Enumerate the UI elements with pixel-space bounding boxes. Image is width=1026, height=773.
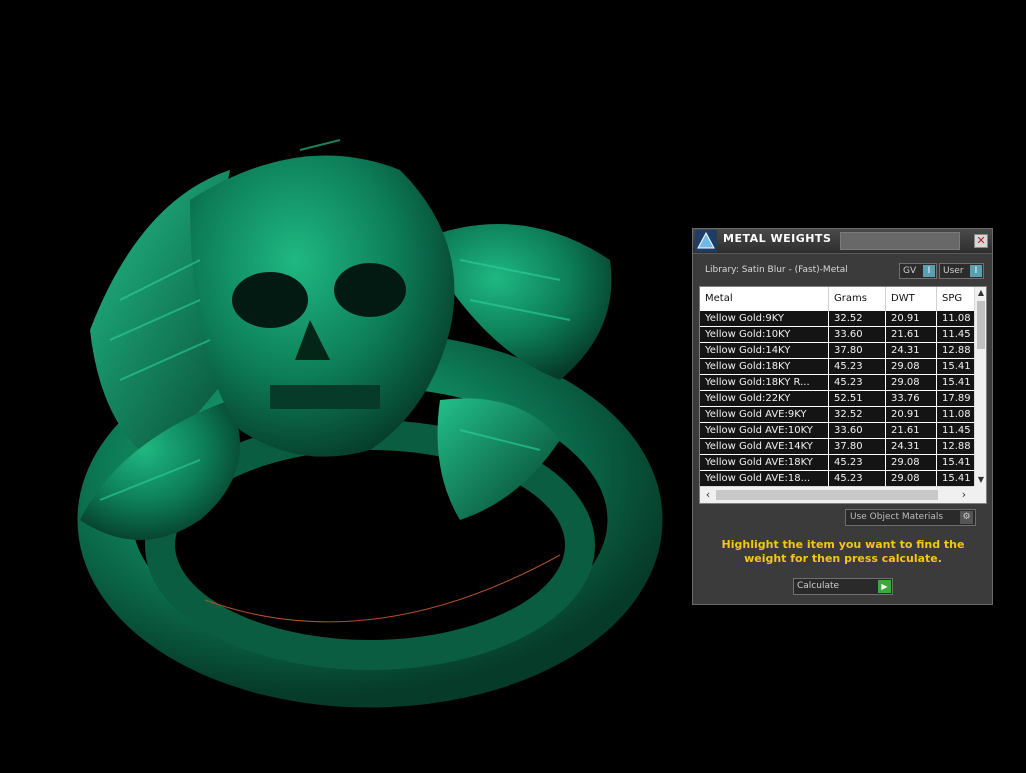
gv-toggle[interactable]: GV I — [899, 263, 937, 279]
close-icon[interactable]: ✕ — [974, 234, 988, 248]
cell-dwt: 24.31 — [886, 343, 936, 358]
gear-icon[interactable]: ⚙ — [960, 511, 973, 524]
user-toggle-knob: I — [970, 265, 982, 277]
cell-spg: 11.08 — [937, 407, 974, 422]
scroll-down-icon[interactable]: ▼ — [975, 474, 986, 486]
cell-dwt: 29.08 — [886, 359, 936, 374]
cell-grams: 33.60 — [829, 327, 885, 342]
cell-grams: 32.52 — [829, 311, 885, 326]
cell-metal: Yellow Gold:18KY — [700, 359, 828, 374]
calculate-button[interactable]: Calculate ▶ — [793, 578, 893, 595]
cell-metal: Yellow Gold AVE:18KY — [700, 455, 828, 470]
cell-metal: Yellow Gold AVE:10KY — [700, 423, 828, 438]
table-row[interactable]: Yellow Gold:9KY 32.52 20.91 11.08 — [700, 311, 974, 327]
cell-grams: 33.60 — [829, 423, 885, 438]
table-row[interactable]: Yellow Gold AVE:10KY 33.60 21.61 11.45 — [700, 423, 974, 439]
calculate-label: Calculate — [797, 581, 840, 591]
cell-grams: 37.80 — [829, 343, 885, 358]
cell-spg: 11.45 — [937, 327, 974, 342]
cell-grams: 45.23 — [829, 455, 885, 470]
column-header-metal[interactable]: Metal — [700, 287, 829, 311]
cell-spg: 15.41 — [937, 375, 974, 390]
table-row[interactable]: Yellow Gold:18KY 45.23 29.08 15.41 — [700, 359, 974, 375]
cell-dwt: 33.76 — [886, 391, 936, 406]
table-row[interactable]: Yellow Gold:22KY 52.51 33.76 17.89 — [700, 391, 974, 407]
cell-spg: 12.88 — [937, 343, 974, 358]
column-header-grams[interactable]: Grams — [829, 287, 886, 311]
cell-metal: Yellow Gold:14KY — [700, 343, 828, 358]
metal-weights-panel: METAL WEIGHTS ✕ Library: Satin Blur - (F… — [692, 228, 993, 605]
instruction-text: Highlight the item you want to find the … — [721, 538, 965, 565]
cell-metal: Yellow Gold AVE:14KY — [700, 439, 828, 454]
table-row[interactable]: Yellow Gold:10KY 33.60 21.61 11.45 — [700, 327, 974, 343]
materials-select[interactable]: Use Object Materials ⚙ — [845, 509, 976, 526]
cell-dwt: 20.91 — [886, 311, 936, 326]
cell-spg: 15.41 — [937, 359, 974, 374]
table-row[interactable]: Yellow Gold AVE:9KY 32.52 20.91 11.08 — [700, 407, 974, 423]
scroll-right-icon[interactable]: › — [958, 489, 970, 501]
cell-metal: Yellow Gold AVE:18... — [700, 471, 828, 486]
cell-grams: 45.23 — [829, 359, 885, 374]
cell-grams: 32.52 — [829, 407, 885, 422]
cell-metal: Yellow Gold:9KY — [700, 311, 828, 326]
teal-pyramid-icon — [695, 230, 717, 252]
scroll-up-icon[interactable]: ▲ — [975, 287, 986, 299]
cell-metal: Yellow Gold:10KY — [700, 327, 828, 342]
cell-grams: 45.23 — [829, 471, 885, 486]
panel-titlebar[interactable]: METAL WEIGHTS ✕ — [693, 229, 992, 254]
panel-title: METAL WEIGHTS — [723, 232, 832, 245]
scroll-left-icon[interactable]: ‹ — [702, 489, 714, 501]
cell-dwt: 21.61 — [886, 423, 936, 438]
cell-spg: 15.41 — [937, 455, 974, 470]
table-row[interactable]: Yellow Gold AVE:18... 45.23 29.08 15.41 — [700, 471, 974, 487]
materials-select-label: Use Object Materials — [850, 512, 944, 522]
table-body: Yellow Gold:9KY 32.52 20.91 11.08 Yellow Gol… — [700, 311, 974, 487]
cell-dwt: 21.61 — [886, 327, 936, 342]
cell-spg: 15.41 — [937, 471, 974, 486]
library-label: Library: Satin Blur - (Fast)-Metal — [705, 265, 848, 275]
table-header: Metal Grams DWT SPG — [700, 287, 974, 312]
user-toggle-label: User — [943, 266, 964, 276]
cell-dwt: 24.31 — [886, 439, 936, 454]
horizontal-scroll-thumb[interactable] — [716, 490, 938, 500]
cell-dwt: 20.91 — [886, 407, 936, 422]
gv-toggle-knob: I — [923, 265, 935, 277]
cell-spg: 17.89 — [937, 391, 974, 406]
cell-metal: Yellow Gold:22KY — [700, 391, 828, 406]
column-header-spg[interactable]: SPG — [937, 287, 974, 311]
user-toggle[interactable]: User I — [939, 263, 984, 279]
cell-grams: 45.23 — [829, 375, 885, 390]
table-row[interactable]: Yellow Gold AVE:18KY 45.23 29.08 15.41 — [700, 455, 974, 471]
scroll-corner — [974, 486, 986, 503]
play-arrow-icon[interactable]: ▶ — [878, 580, 891, 593]
column-header-dwt[interactable]: DWT — [886, 287, 937, 311]
vertical-scrollbar[interactable]: ▲ ▼ — [974, 287, 986, 486]
table-row[interactable]: Yellow Gold AVE:14KY 37.80 24.31 12.88 — [700, 439, 974, 455]
table-row[interactable]: Yellow Gold:14KY 37.80 24.31 12.88 — [700, 343, 974, 359]
cell-spg: 11.08 — [937, 311, 974, 326]
table-row[interactable]: Yellow Gold:18KY R... 45.23 29.08 15.41 — [700, 375, 974, 391]
cell-grams: 52.51 — [829, 391, 885, 406]
cell-spg: 11.45 — [937, 423, 974, 438]
gv-toggle-label: GV — [903, 266, 917, 276]
metal-table: Metal Grams DWT SPG Yellow Gold:9KY 32.52… — [699, 286, 987, 504]
cell-metal: Yellow Gold AVE:9KY — [700, 407, 828, 422]
cell-dwt: 29.08 — [886, 471, 936, 486]
cell-grams: 37.80 — [829, 439, 885, 454]
horizontal-scrollbar[interactable]: ‹ › — [700, 486, 974, 503]
cell-dwt: 29.08 — [886, 455, 936, 470]
cell-spg: 12.88 — [937, 439, 974, 454]
vertical-scroll-thumb[interactable] — [977, 301, 985, 349]
cell-dwt: 29.08 — [886, 375, 936, 390]
cell-metal: Yellow Gold:18KY R... — [700, 375, 828, 390]
titlebar-spacer — [840, 232, 960, 250]
